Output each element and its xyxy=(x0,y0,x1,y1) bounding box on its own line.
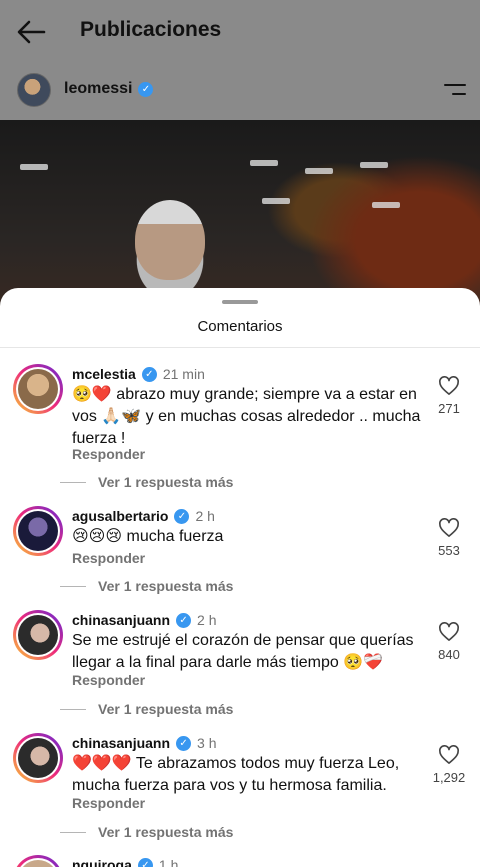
comment-time: 3 h xyxy=(197,735,217,751)
verified-badge-icon: ✓ xyxy=(176,735,192,751)
heart-icon[interactable] xyxy=(438,745,460,765)
reply-button[interactable]: Responder xyxy=(72,672,145,688)
comment-username[interactable]: agusalbertario xyxy=(72,508,168,524)
view-replies-button[interactable]: Ver 1 respuesta más xyxy=(60,474,233,490)
comment-time: 2 h xyxy=(195,508,215,524)
comments-sheet: Comentarios mcelestia ✓ 21 min 🥺❤️ abraz… xyxy=(0,288,480,867)
verified-badge-icon: ✓ xyxy=(174,508,190,524)
username-label: leomessi xyxy=(64,80,133,97)
comment-text: Se me estrujé el corazón de pensar que q… xyxy=(72,632,414,671)
reply-button[interactable]: Responder xyxy=(72,550,145,566)
menu-icon[interactable] xyxy=(444,84,466,98)
verified-badge-icon: ✓ xyxy=(141,366,157,382)
avatar[interactable] xyxy=(13,855,63,867)
like-count: 553 xyxy=(438,543,460,558)
verified-badge-icon: ✓ xyxy=(138,81,154,97)
view-replies-label: Ver 1 respuesta más xyxy=(98,578,234,594)
comment-text: 😢😢😢 mucha fuerza xyxy=(72,528,224,545)
comment-username[interactable]: mcelestia xyxy=(72,366,136,382)
comment-username[interactable]: chinasanjuann xyxy=(72,735,170,751)
view-replies-label: Ver 1 respuesta más xyxy=(98,701,234,717)
comment-time: 1 h xyxy=(158,857,179,867)
comment-text: 🥺❤️ abrazo muy grande; siempre va a esta… xyxy=(72,386,421,447)
view-replies-button[interactable]: Ver 1 respuesta más xyxy=(60,701,233,717)
view-replies-label: Ver 1 respuesta más xyxy=(98,824,234,840)
like-count: 840 xyxy=(438,647,460,662)
verified-badge-icon: ✓ xyxy=(137,857,153,867)
heart-icon[interactable] xyxy=(438,518,460,538)
heart-icon[interactable] xyxy=(438,376,460,396)
like-count: 1,292 xyxy=(432,770,466,785)
avatar[interactable] xyxy=(13,364,63,414)
back-arrow-icon[interactable] xyxy=(14,18,48,46)
divider xyxy=(0,347,480,348)
view-replies-button[interactable]: Ver 1 respuesta más xyxy=(60,578,233,594)
person-photo xyxy=(135,200,205,280)
avatar[interactable] xyxy=(13,610,63,660)
comment-username[interactable]: chinasanjuann xyxy=(72,612,170,628)
view-replies-label: Ver 1 respuesta más xyxy=(98,474,234,490)
reply-button[interactable]: Responder xyxy=(72,446,145,462)
comment-time: 2 h xyxy=(197,612,217,628)
avatar[interactable] xyxy=(13,733,63,783)
verified-badge-icon: ✓ xyxy=(176,612,192,628)
like-count: 271 xyxy=(438,401,460,416)
comment-text: ❤️❤️❤️ Te abrazamos todos muy fuerza Leo… xyxy=(72,755,400,794)
avatar[interactable] xyxy=(17,73,51,107)
heart-icon[interactable] xyxy=(438,622,460,642)
post-header: Publicaciones leomessi ✓ xyxy=(0,0,480,120)
drag-handle[interactable] xyxy=(222,300,258,304)
avatar[interactable] xyxy=(13,506,63,556)
comment-username[interactable]: nquiroga xyxy=(72,857,132,867)
post-username[interactable]: leomessi ✓ xyxy=(64,80,154,98)
view-replies-button[interactable]: Ver 1 respuesta más xyxy=(60,824,233,840)
sheet-title: Comentarios xyxy=(197,318,283,335)
page-title: Publicaciones xyxy=(80,18,222,41)
comment-time: 21 min xyxy=(162,366,205,382)
reply-button[interactable]: Responder xyxy=(72,795,145,811)
